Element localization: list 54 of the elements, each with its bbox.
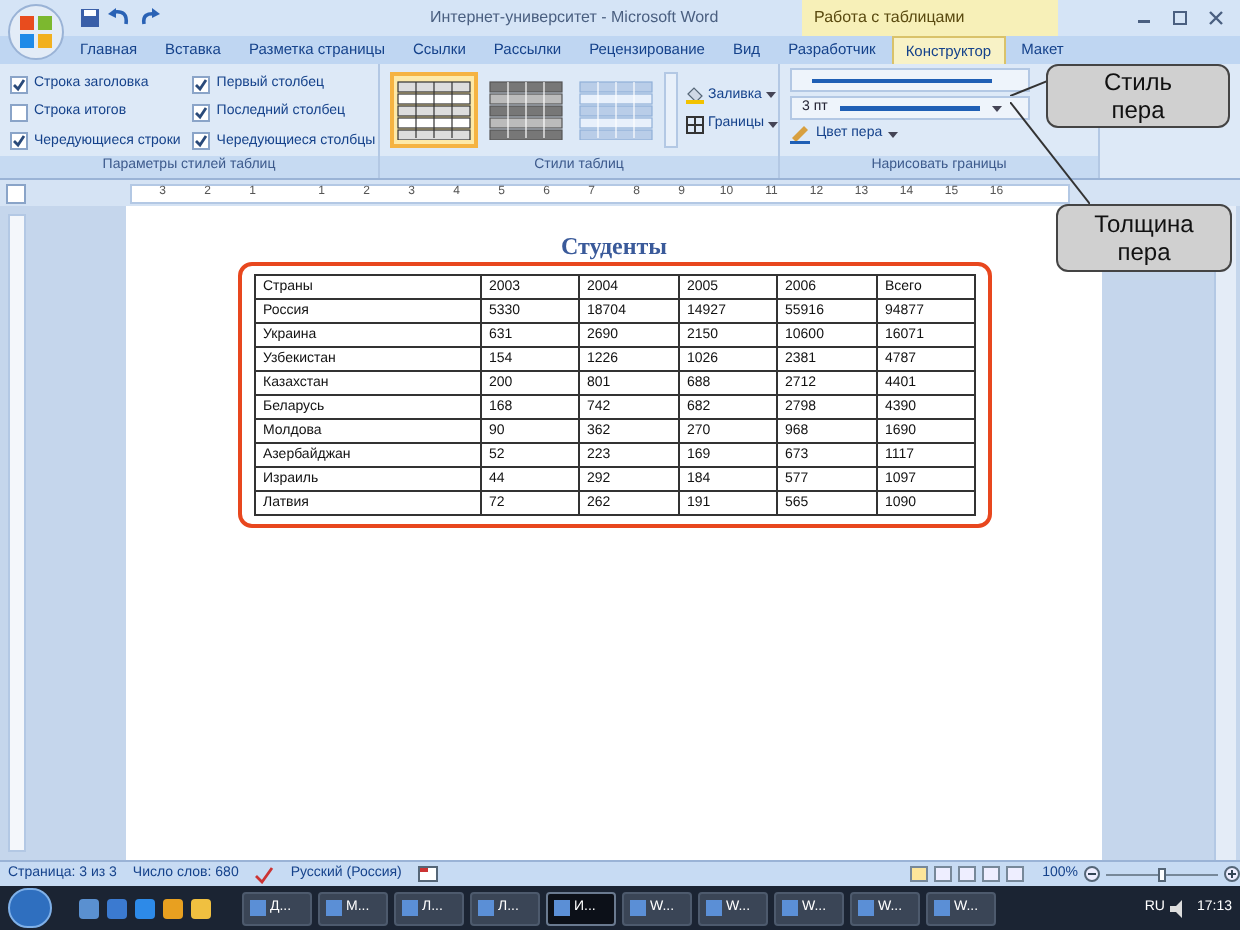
app-icon xyxy=(630,900,646,916)
dropdown-arrow-icon xyxy=(888,131,899,138)
close-icon[interactable] xyxy=(1208,10,1224,26)
zoom-in-icon[interactable] xyxy=(1224,866,1240,882)
zoom-slider-thumb[interactable] xyxy=(1158,867,1166,881)
start-button[interactable] xyxy=(8,888,52,928)
borders-icon xyxy=(686,115,704,134)
app-icon xyxy=(326,900,342,916)
pen-icon xyxy=(790,125,810,144)
app-icon xyxy=(706,900,722,916)
tab-selector[interactable] xyxy=(6,183,26,203)
callout-bubble: Толщина пера xyxy=(1056,204,1232,272)
maximize-icon[interactable] xyxy=(1172,10,1188,26)
checkbox-checked[interactable] xyxy=(192,75,211,94)
undo-icon[interactable] xyxy=(108,8,132,28)
checkbox-checked[interactable] xyxy=(10,132,28,151)
quick-launch-icon[interactable] xyxy=(78,897,100,919)
pen-style-line-icon xyxy=(812,77,992,83)
checkbox-checked[interactable] xyxy=(10,75,28,94)
app-icon xyxy=(250,900,266,916)
office-logo-icon xyxy=(20,16,52,48)
pen-style-dropdown[interactable] xyxy=(790,68,1030,92)
macro-icon[interactable] xyxy=(417,866,438,882)
app-icon xyxy=(554,900,570,916)
app-icon xyxy=(478,900,494,916)
leader-line xyxy=(1010,102,1090,204)
table-style-thumbnail[interactable] xyxy=(390,72,478,148)
app-icon xyxy=(402,900,418,916)
app-icon xyxy=(858,900,874,916)
checkbox-checked[interactable] xyxy=(192,132,211,151)
quick-launch-icon[interactable] xyxy=(162,897,184,919)
dropdown-arrow-icon xyxy=(991,105,1002,111)
quick-launch-icon[interactable] xyxy=(190,897,212,919)
zoom-out-icon[interactable] xyxy=(1084,866,1100,882)
zoom-slider-track[interactable] xyxy=(1106,865,1218,883)
app-icon xyxy=(934,900,950,916)
window-title: Интернет-университет - Microsoft Word xyxy=(430,6,719,30)
checkbox-checked[interactable] xyxy=(192,103,211,122)
save-icon[interactable] xyxy=(80,8,100,28)
proofing-icon[interactable] xyxy=(254,865,275,883)
quick-launch-icon[interactable] xyxy=(134,897,156,919)
paint-bucket-icon xyxy=(686,86,704,105)
vertical-scrollbar[interactable] xyxy=(1214,206,1236,860)
redo-icon[interactable] xyxy=(140,8,160,28)
contextual-tab-header: Работа с таблицами xyxy=(802,0,1058,36)
callout-bubble: Стиль пера xyxy=(1046,64,1230,128)
app-icon xyxy=(782,900,798,916)
gallery-scrollbar[interactable] xyxy=(664,72,678,148)
dropdown-arrow-icon xyxy=(768,121,778,128)
document-heading: Студенты xyxy=(560,234,668,258)
leader-line xyxy=(1010,80,1050,96)
dropdown-arrow-icon xyxy=(765,92,776,99)
pen-weight-line-icon xyxy=(839,105,980,111)
checkbox[interactable] xyxy=(10,103,28,122)
